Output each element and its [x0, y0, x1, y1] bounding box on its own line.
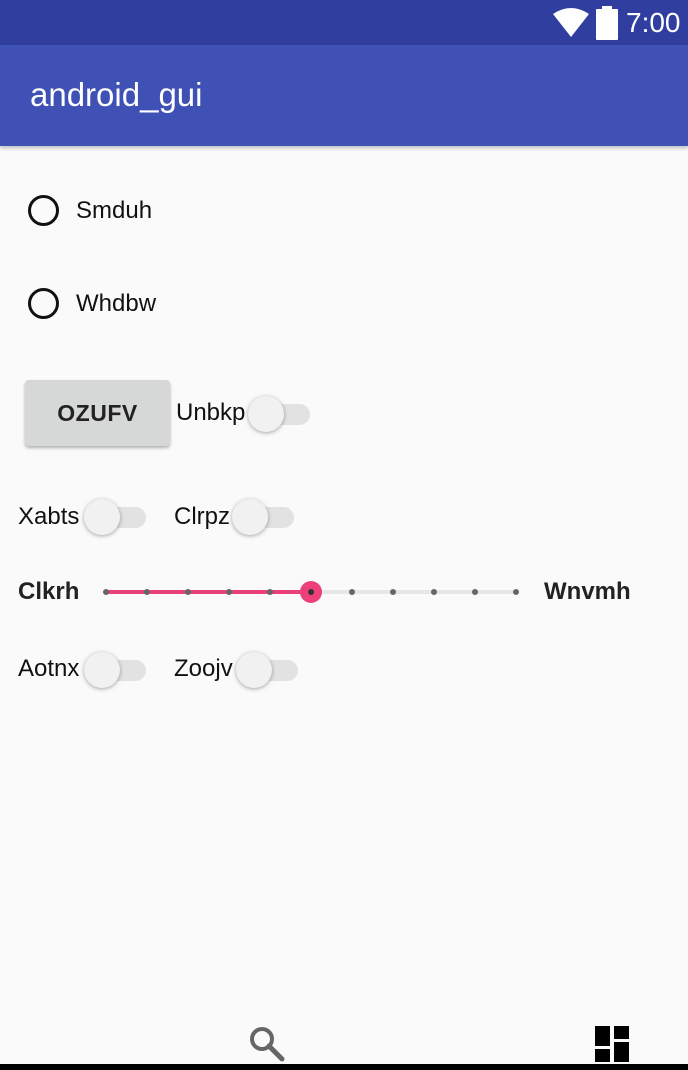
radio-smduh[interactable]: Smduh [28, 191, 238, 235]
switch-label-clrpz: Clrpz [174, 503, 231, 530]
slider-thumb-dot [308, 589, 314, 595]
slider-right-label: Wnvmh [544, 578, 631, 605]
slider-tick [390, 589, 396, 595]
battery-icon [596, 6, 618, 40]
switch-thumb[interactable] [84, 499, 120, 535]
switch-aotnx[interactable] [84, 650, 150, 688]
status-bar: 7:00 [0, 0, 688, 45]
slider-tick [349, 589, 355, 595]
app-bar: android_gui [0, 45, 688, 146]
switch-unbkp[interactable] [248, 394, 314, 432]
switch-thumb[interactable] [232, 499, 268, 535]
slider-thumb[interactable] [300, 581, 322, 603]
radio-label: Smduh [76, 197, 153, 224]
slider-tick [144, 589, 150, 595]
switch-label-xabts: Xabts [18, 503, 80, 530]
switch-zoojv[interactable] [236, 650, 302, 688]
slider-track-fill [106, 590, 311, 594]
radio-circle[interactable] [28, 288, 59, 319]
discrete-slider[interactable] [96, 572, 526, 612]
slider-tick [185, 589, 191, 595]
app-title: android_gui [30, 76, 203, 113]
switch-thumb[interactable] [248, 396, 284, 432]
slider-tick [431, 589, 437, 595]
radio-whdbw[interactable]: Whdbw [28, 284, 238, 328]
switch-clrpz[interactable] [232, 497, 298, 535]
radio-circle[interactable] [28, 195, 59, 226]
dashboard-icon[interactable] [595, 1026, 629, 1062]
switch-xabts[interactable] [84, 497, 150, 535]
navigation-bar [0, 1064, 688, 1070]
radio-label: Whdbw [76, 290, 157, 317]
status-time: 7:00 [626, 7, 681, 38]
switch-thumb[interactable] [236, 652, 272, 688]
ozufv-button[interactable]: OZUFV [25, 380, 170, 446]
slider-tick [513, 589, 519, 595]
slider-tick [267, 589, 273, 595]
switch-label-unbkp: Unbkp [176, 399, 246, 426]
slider-tick [226, 589, 232, 595]
slider-tick [103, 589, 109, 595]
slider-tick [472, 589, 478, 595]
wifi-icon [553, 8, 589, 37]
slider-left-label: Clkrh [18, 578, 80, 605]
switch-label-zoojv: Zoojv [174, 655, 233, 682]
switch-thumb[interactable] [84, 652, 120, 688]
switch-label-aotnx: Aotnx [18, 655, 80, 682]
search-icon[interactable] [249, 1026, 285, 1062]
